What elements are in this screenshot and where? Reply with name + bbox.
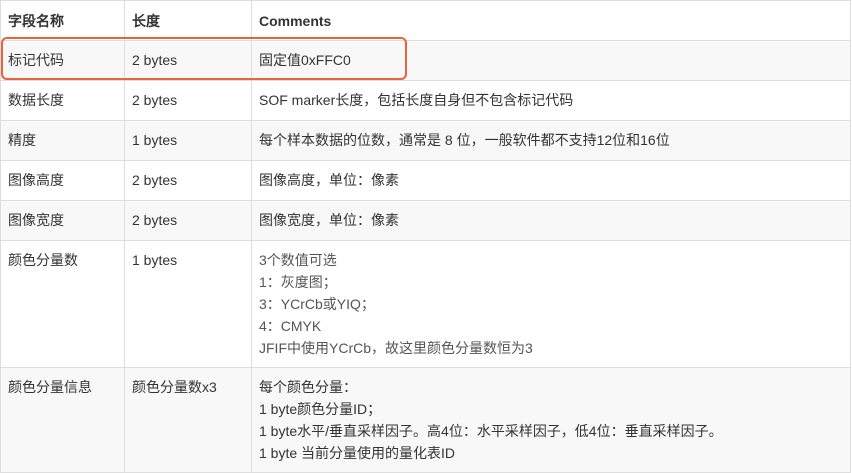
table-row: 标记代码 2 bytes 固定值0xFFC0	[0, 40, 851, 81]
comments-cell: 3个数值可选 1：灰度图； 3：YCrCb或YIQ； 4：CMYK JFIF中使…	[251, 240, 851, 368]
comments-cell: 每个颜色分量： 1 byte颜色分量ID； 1 byte水平/垂直采样因子。高4…	[251, 367, 851, 473]
comments-cell: 每个样本数据的位数，通常是 8 位，一般软件都不支持12位和16位	[251, 120, 851, 161]
header-comments: Comments	[251, 0, 851, 41]
table-row: 图像高度 2 bytes 图像高度，单位：像素	[0, 160, 851, 201]
field-name-cell: 颜色分量信息	[0, 367, 125, 473]
field-name-cell: 标记代码	[0, 40, 125, 81]
table-row: 图像宽度 2 bytes 图像宽度，单位：像素	[0, 200, 851, 241]
comment-line: 1：灰度图；	[259, 274, 337, 290]
table-row: 颜色分量信息 颜色分量数x3 每个颜色分量： 1 byte颜色分量ID； 1 b…	[0, 367, 851, 473]
field-name-cell: 图像高度	[0, 160, 125, 201]
length-cell: 2 bytes	[124, 200, 252, 241]
table-row: 精度 1 bytes 每个样本数据的位数，通常是 8 位，一般软件都不支持12位…	[0, 120, 851, 161]
field-name-cell: 精度	[0, 120, 125, 161]
comment-line: JFIF中使用YCrCb，故这里颜色分量数恒为3	[259, 340, 533, 356]
comment-line: 3：YCrCb或YIQ；	[259, 296, 375, 312]
header-field-name: 字段名称	[0, 0, 125, 41]
field-name-cell: 颜色分量数	[0, 240, 125, 368]
document: 字段名称 长度 Comments 标记代码 2 bytes 固定值0xFFC0 …	[0, 0, 852, 473]
comment-line: 1 byte 当前分量使用的量化表ID	[259, 445, 456, 461]
length-cell: 2 bytes	[124, 160, 252, 201]
comment-line: 1 byte水平/垂直采样因子。高4位：水平采样因子，低4位：垂直采样因子。	[259, 423, 723, 439]
length-cell: 1 bytes	[124, 120, 252, 161]
field-name-cell: 数据长度	[0, 80, 125, 121]
comments-cell: 图像高度，单位：像素	[251, 160, 851, 201]
sof-field-table: 字段名称 长度 Comments 标记代码 2 bytes 固定值0xFFC0 …	[0, 0, 851, 473]
comments-cell: SOF marker长度，包括长度自身但不包含标记代码	[251, 80, 851, 121]
comments-cell: 图像宽度，单位：像素	[251, 200, 851, 241]
table-header-row: 字段名称 长度 Comments	[0, 0, 851, 41]
table-row: 数据长度 2 bytes SOF marker长度，包括长度自身但不包含标记代码	[0, 80, 851, 121]
comment-line: 1 byte颜色分量ID；	[259, 401, 382, 417]
length-cell: 2 bytes	[124, 40, 252, 81]
header-length: 长度	[124, 0, 252, 41]
length-cell: 2 bytes	[124, 80, 252, 121]
comment-line: 每个颜色分量：	[259, 379, 357, 395]
comment-line: 4：CMYK	[259, 318, 322, 334]
length-cell: 1 bytes	[124, 240, 252, 368]
length-cell: 颜色分量数x3	[124, 367, 252, 473]
field-name-cell: 图像宽度	[0, 200, 125, 241]
table-row: 颜色分量数 1 bytes 3个数值可选 1：灰度图； 3：YCrCb或YIQ；…	[0, 240, 851, 368]
comment-line: 3个数值可选	[259, 252, 337, 268]
comments-cell: 固定值0xFFC0	[251, 40, 851, 81]
